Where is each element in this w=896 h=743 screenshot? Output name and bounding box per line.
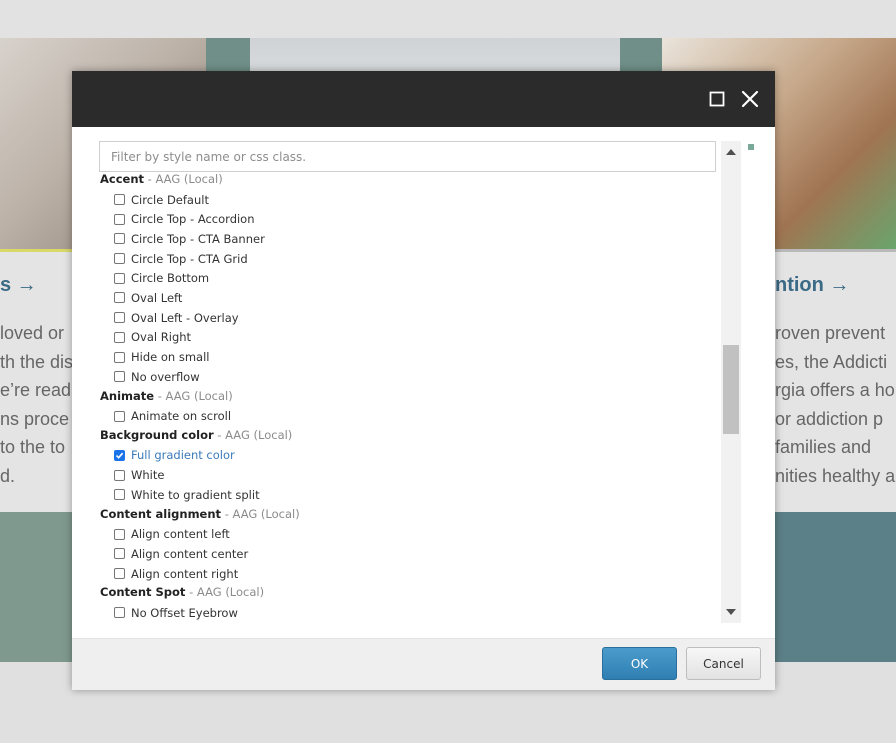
checkbox[interactable] (114, 469, 125, 481)
scroll-down-arrow-icon[interactable] (726, 609, 736, 615)
right-card-heading[interactable]: ntion → (775, 274, 849, 297)
style-item[interactable]: Align content left (100, 524, 718, 544)
right-band (775, 512, 896, 662)
checkbox[interactable] (114, 371, 125, 383)
cancel-button[interactable]: Cancel (686, 647, 761, 680)
checkbox[interactable] (114, 253, 125, 265)
group-title-background-color: Background color - AAG (Local) (100, 427, 293, 442)
marker-square-icon (748, 144, 754, 150)
style-item[interactable]: Hide on small (100, 347, 718, 367)
checkbox[interactable] (114, 351, 125, 363)
style-list: Accent - AAG (Local) Circle Default Circ… (100, 170, 718, 624)
checkbox[interactable] (114, 194, 125, 206)
checkbox[interactable] (114, 548, 125, 560)
maximize-icon (709, 91, 725, 107)
checkbox[interactable] (114, 292, 125, 304)
scroll-up-arrow-icon[interactable] (726, 149, 736, 155)
style-item[interactable]: Circle Top - Accordion (100, 209, 718, 229)
style-item[interactable]: Oval Left (100, 288, 718, 308)
close-icon (741, 90, 759, 108)
right-card-text: roven prevent es, the Addicti rgia offer… (775, 323, 896, 486)
checkbox[interactable] (114, 331, 125, 343)
style-item[interactable]: Oval Right (100, 328, 718, 348)
dialog-header (72, 71, 775, 127)
style-item[interactable]: Animate on scroll (100, 406, 718, 426)
style-item[interactable]: Align content right (100, 564, 718, 584)
checkbox[interactable] (114, 489, 125, 501)
left-card-text: loved or th the dis e’re read ns proce t… (0, 323, 72, 486)
scroll-thumb[interactable] (723, 345, 739, 434)
styles-dialog: Accent - AAG (Local) Circle Default Circ… (72, 71, 775, 690)
checkbox[interactable] (114, 272, 125, 284)
style-item[interactable]: No Offset Eyebrow (100, 603, 718, 623)
left-card-heading[interactable]: s → (0, 274, 37, 297)
page-top-bar (0, 0, 896, 38)
dialog-footer: OK Cancel (72, 638, 775, 690)
left-band (0, 512, 72, 662)
checkbox[interactable] (114, 568, 125, 580)
style-item[interactable]: Circle Bottom (100, 268, 718, 288)
group-title-content-alignment: Content alignment - AAG (Local) (100, 506, 300, 521)
style-item[interactable]: Full gradient color (100, 446, 718, 466)
filter-input[interactable] (99, 141, 716, 172)
style-item[interactable]: No overflow (100, 367, 718, 387)
style-item[interactable]: Circle Top - CTA Banner (100, 229, 718, 249)
style-item[interactable]: White (100, 465, 718, 485)
checkbox[interactable] (114, 233, 125, 245)
maximize-button[interactable] (705, 87, 729, 111)
style-item[interactable]: Circle Default (100, 190, 718, 210)
checkbox[interactable] (114, 312, 125, 324)
style-item[interactable]: Circle Top - CTA Grid (100, 249, 718, 269)
ok-button[interactable]: OK (602, 647, 677, 680)
checkbox[interactable] (114, 410, 125, 422)
dialog-body: Accent - AAG (Local) Circle Default Circ… (72, 127, 775, 638)
checkbox[interactable] (114, 607, 125, 619)
checkbox-checked[interactable] (114, 449, 125, 461)
close-button[interactable] (738, 87, 762, 111)
style-item[interactable]: Oval Left - Overlay (100, 308, 718, 328)
style-item[interactable]: Align content center (100, 544, 718, 564)
checkmark-icon (115, 452, 124, 459)
checkbox[interactable] (114, 213, 125, 225)
group-title-animate: Animate - AAG (Local) (100, 388, 233, 403)
style-item[interactable]: White to gradient split (100, 485, 718, 505)
scrollbar[interactable] (721, 141, 741, 623)
checkbox[interactable] (114, 528, 125, 540)
group-title-accent: Accent - AAG (Local) (100, 172, 223, 186)
group-title-content-spot: Content Spot - AAG (Local) (100, 585, 265, 600)
